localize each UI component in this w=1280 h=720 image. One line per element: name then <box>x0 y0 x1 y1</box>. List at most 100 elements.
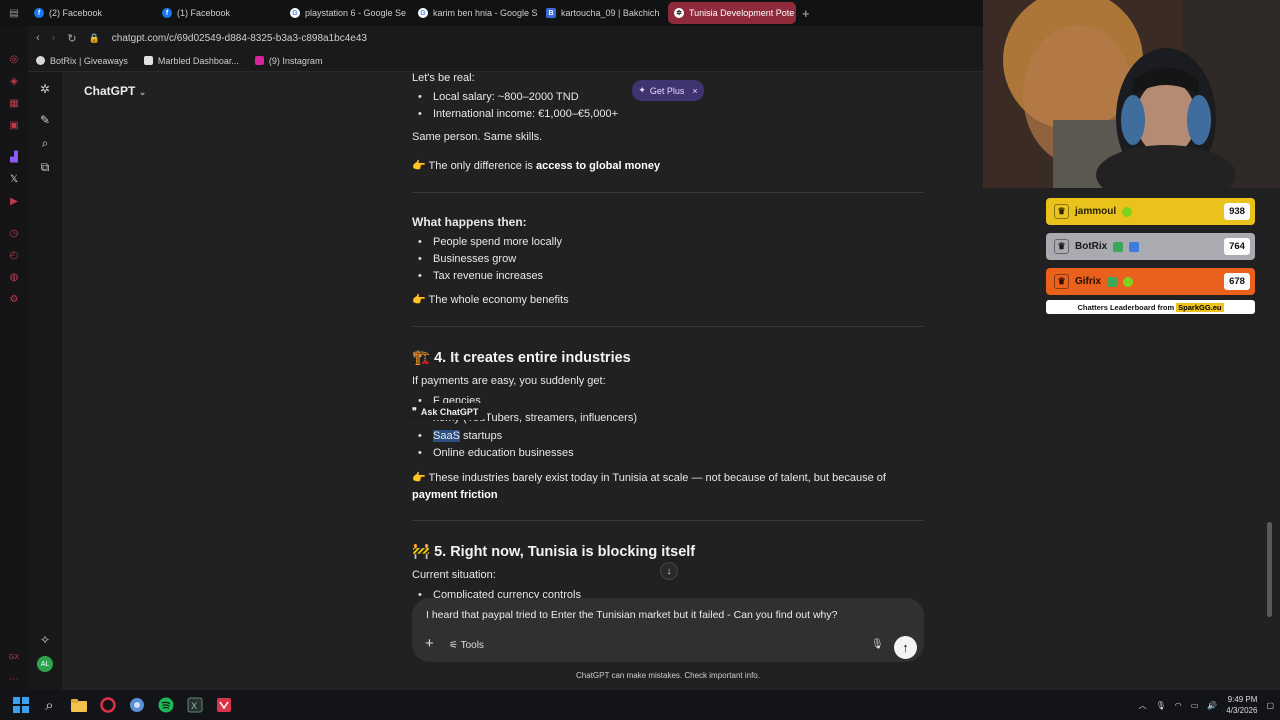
roadblock-icon: 🚧 <box>412 544 431 560</box>
spotify-icon[interactable] <box>151 690 180 720</box>
text: startups <box>459 430 503 442</box>
history-icon[interactable]: ◷ <box>6 225 22 241</box>
opera-gx-icon[interactable] <box>93 690 122 720</box>
chevron-up-icon[interactable]: ︿ <box>1139 700 1147 711</box>
crown-icon: ♛ <box>1054 274 1069 289</box>
opera-logo-icon[interactable]: ◎ <box>6 51 22 67</box>
more-icon[interactable]: ⋯ <box>6 671 22 687</box>
browser-icon[interactable] <box>122 690 151 720</box>
prompt-input[interactable]: I heard that paypal tried to Enter the T… <box>426 609 837 621</box>
browser-tab[interactable]: Gkarim ben hnia - Google S <box>412 2 540 24</box>
excel-icon[interactable]: X <box>180 690 209 720</box>
windows-start-icon[interactable] <box>6 690 35 720</box>
sparkle-icon[interactable]: ✧ <box>40 633 50 647</box>
browser-tab[interactable]: Gplaystation 6 - Google Se <box>284 2 412 24</box>
divider <box>412 326 924 327</box>
search-icon[interactable]: ⌕ <box>42 136 49 151</box>
chevron-down-icon: ⌄ <box>138 87 147 97</box>
divider <box>412 520 924 521</box>
leaderboard-entry: ♛ jammoul 938 <box>1046 198 1255 225</box>
system-tray: ︿ 🎙 ◠ ▭ 🔊 9:49 PM 4/3/2026 ▢ <box>1139 690 1274 720</box>
badge-icon <box>1129 241 1140 252</box>
selected-text[interactable]: SaaS <box>433 430 460 442</box>
youtube-icon[interactable]: ▶ <box>6 193 22 209</box>
back-icon[interactable]: ‹ <box>36 32 40 44</box>
tab-label: kartoucha_09 | Bakchich <box>561 8 660 18</box>
chatgpt-logo-icon[interactable]: ✲ <box>40 82 50 96</box>
crown-icon: ♛ <box>1054 204 1069 219</box>
bookmark[interactable]: (9) Instagram <box>254 55 323 66</box>
section-heading: 🏗️ 4. It creates entire industries <box>412 349 631 366</box>
clock-date: 4/3/2026 <box>1226 706 1258 715</box>
news-icon[interactable]: ▦ <box>6 95 22 111</box>
twitch-icon[interactable]: ▟ <box>6 149 22 165</box>
bakchich-icon: B <box>546 8 556 18</box>
list-item: Businesses grow <box>412 253 516 265</box>
tools-button[interactable]: ⚟ Tools <box>449 640 484 651</box>
bookmark[interactable]: BotRix | Giveaways <box>36 56 128 66</box>
facebook-icon: f <box>34 8 44 18</box>
chatter-name: jammoul <box>1075 206 1117 217</box>
extensions-icon[interactable]: ◍ <box>6 269 22 285</box>
browser-tab[interactable]: f (2) Facebook <box>28 2 156 24</box>
url-field[interactable]: chatgpt.com/c/69d02549-d884-8325-b3a3-c8… <box>112 33 367 44</box>
text: 👉 These industries barely exist today in… <box>412 472 886 484</box>
model-selector[interactable]: ChatGPT ⌄ <box>84 84 146 98</box>
leaderboard-entry: ♛ BotRix 764 <box>1046 233 1255 260</box>
section-heading: 🚧 5. Right now, Tunisia is blocking itse… <box>412 543 695 560</box>
text: 👉 The only difference is <box>412 160 536 172</box>
send-button[interactable]: ↑ <box>894 636 917 659</box>
microphone-icon[interactable]: 🎙 <box>1156 701 1166 710</box>
badge-icon <box>1122 206 1133 217</box>
webcam-overlay <box>983 0 1280 188</box>
volume-icon[interactable]: 🔊 <box>1207 701 1217 710</box>
tab-menu-icon[interactable]: ▤ <box>0 0 28 26</box>
new-tab-button[interactable]: + <box>796 6 816 21</box>
bookmark-label: Marbled Dashboar... <box>157 55 239 66</box>
browser-tab[interactable]: Bkartoucha_09 | Bakchich <box>540 2 668 24</box>
subheading: What happens then: <box>412 215 527 229</box>
wifi-icon[interactable]: ◠ <box>1175 701 1182 710</box>
tab-label: (2) Facebook <box>49 8 103 18</box>
reload-icon[interactable]: ↻ <box>67 32 76 45</box>
browser-tab[interactable]: f (1) Facebook <box>156 2 284 24</box>
library-icon[interactable]: ⧉ <box>41 160 50 175</box>
forward-icon[interactable]: › <box>52 32 56 44</box>
bookmark[interactable]: Marbled Dashboar... <box>143 55 239 66</box>
badge-icon <box>1107 276 1118 287</box>
browser-tab-active[interactable]: ✲ Tunisia Development Pote <box>668 2 796 24</box>
file-explorer-icon[interactable] <box>64 690 93 720</box>
ask-chatgpt-popup[interactable]: ❞ Ask ChatGPT <box>406 403 487 420</box>
gx-icon[interactable]: GX <box>6 649 22 665</box>
network-icon[interactable]: ▭ <box>1191 701 1199 710</box>
clock-icon[interactable]: ◴ <box>6 247 22 263</box>
settings-icon[interactable]: ⚙ <box>6 291 22 307</box>
microphone-icon[interactable]: 🎙 <box>871 639 884 650</box>
notification-icon[interactable]: ▢ <box>1266 701 1274 710</box>
list-item: Online education businesses <box>412 447 574 459</box>
brand-label: SparkGG.eu <box>1176 302 1224 312</box>
avatar[interactable]: AL <box>37 656 53 672</box>
opera-sidebar: ◎ ◈ ▦ ▣ ▟ 𝕏 ▶ ◷ ◴ ◍ ⚙ GX ⋯ <box>0 26 28 690</box>
composer[interactable]: I heard that paypal tried to Enter the T… <box>412 598 924 662</box>
tools-icon: ⚟ <box>449 640 458 651</box>
sparkle-icon: ✦ <box>638 85 646 95</box>
scroll-down-button[interactable]: ↓ <box>660 562 678 580</box>
tab-label: (1) Facebook <box>177 8 231 18</box>
player-icon[interactable]: ▣ <box>6 117 22 133</box>
app-icon[interactable] <box>209 690 238 720</box>
add-attachment-button[interactable]: + <box>425 635 434 652</box>
search-icon[interactable]: ⌕ <box>35 690 64 720</box>
scrollbar-thumb[interactable] <box>1267 522 1272 617</box>
get-plus-button[interactable]: ✦ Get Plus × <box>632 80 704 101</box>
clock[interactable]: 9:49 PM 4/3/2026 <box>1226 694 1257 716</box>
x-icon[interactable]: 𝕏 <box>6 171 22 187</box>
ask-chatgpt-label: Ask ChatGPT <box>420 406 479 417</box>
tools-label: Tools <box>460 640 484 651</box>
close-icon[interactable]: × <box>692 86 697 96</box>
messenger-icon[interactable]: ◈ <box>6 73 22 89</box>
new-chat-icon[interactable]: ✎ <box>40 113 50 127</box>
bookmark-label: (9) Instagram <box>268 55 323 66</box>
instagram-icon <box>254 56 264 65</box>
badge-icon <box>1123 276 1134 287</box>
